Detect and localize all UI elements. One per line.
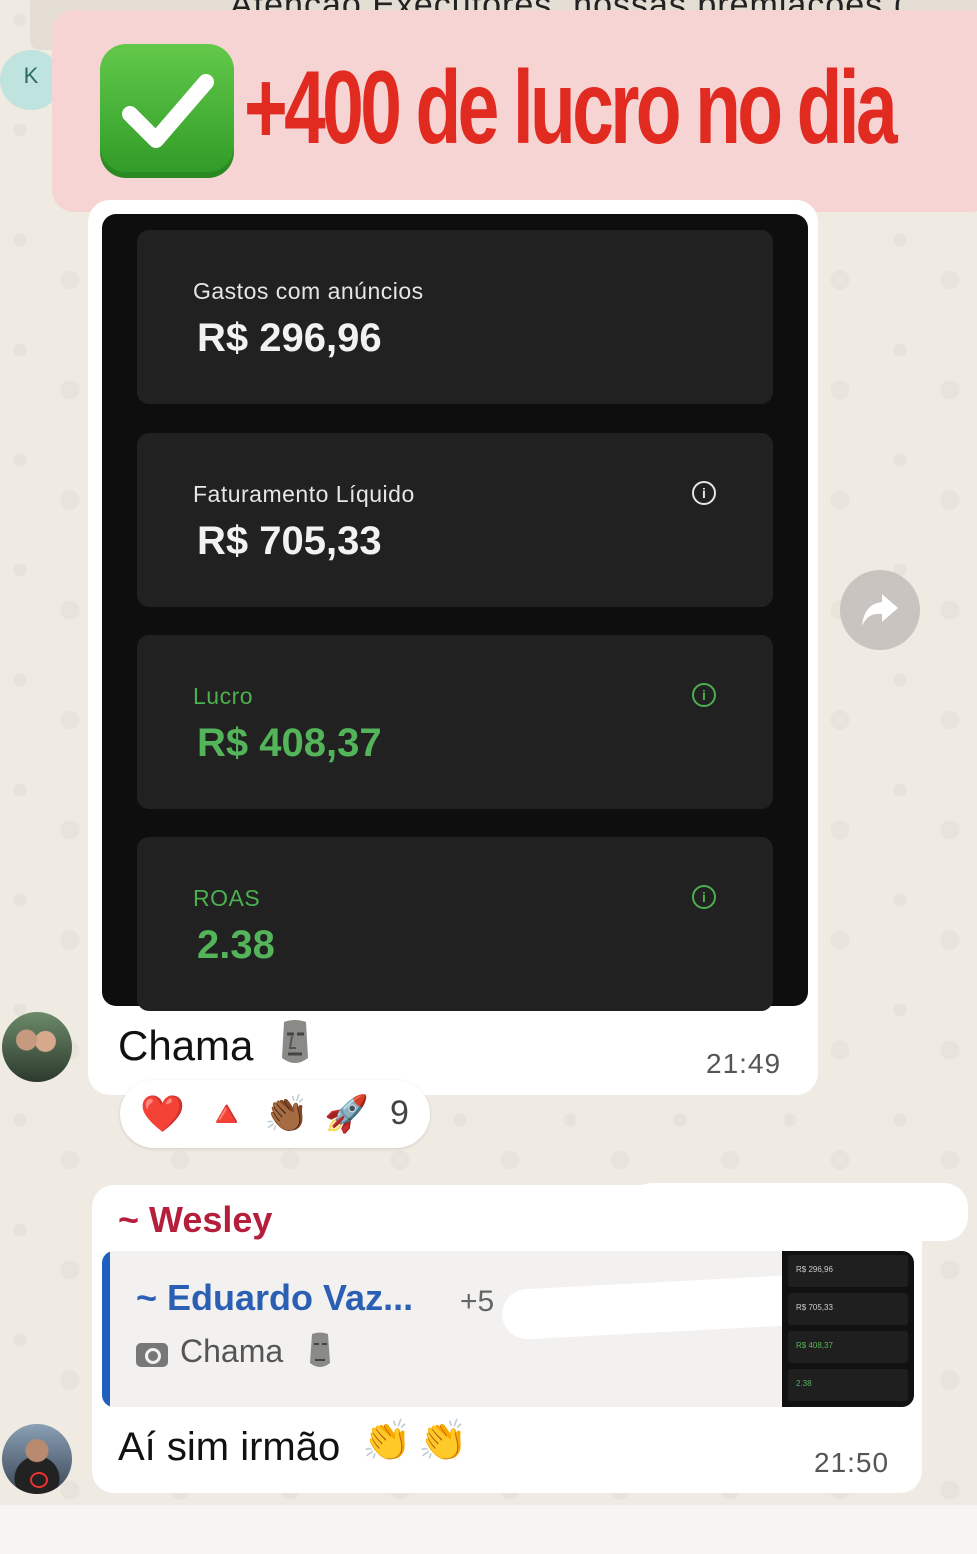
headline-text: +400 de lucro no dia	[244, 50, 898, 166]
thumb-row: R$ 408,37	[788, 1331, 908, 1363]
bottom-bar	[0, 1505, 977, 1554]
clap-reaction: 👏🏾	[264, 1093, 309, 1134]
quote-author: ~ Eduardo Vaz...	[136, 1277, 414, 1318]
quote-text: Chama	[180, 1333, 284, 1369]
message-text: Aí sim irmão	[118, 1425, 341, 1469]
redaction-mark	[628, 1183, 968, 1241]
clap-emoji: 👏	[418, 1419, 468, 1463]
info-icon: i	[692, 683, 716, 707]
info-icon: i	[692, 885, 716, 909]
forward-button[interactable]	[840, 570, 920, 650]
reactions-bar[interactable]: ❤️ 🔺 👏🏾 🚀 9	[120, 1080, 430, 1148]
info-icon: i	[692, 481, 716, 505]
card-roas: ROAS 2.38 i	[137, 837, 773, 1011]
card-value: R$ 705,33	[197, 519, 382, 563]
card-ad-spend: Gastos com anúncios R$ 296,96	[137, 230, 773, 404]
reactions-count: 9	[390, 1094, 409, 1132]
card-label: Lucro	[193, 683, 254, 709]
card-profit: Lucro R$ 408,37 i	[137, 635, 773, 809]
quote-bar	[102, 1251, 110, 1407]
card-value: R$ 296,96	[197, 316, 382, 360]
message-bubble-image[interactable]: Gastos com anúncios R$ 296,96 Faturament…	[88, 200, 818, 1095]
sender-name[interactable]: ~ Wesley	[118, 1199, 272, 1241]
thumb-row: R$ 296,96	[788, 1255, 908, 1287]
card-label: Gastos com anúncios	[193, 278, 424, 304]
clap-emoji: 👏	[362, 1419, 412, 1463]
moai-icon	[282, 1020, 308, 1063]
red-triangle-reaction: 🔺	[204, 1093, 249, 1134]
card-label: Faturamento Líquido	[193, 481, 415, 507]
message-time: 21:49	[706, 1048, 782, 1079]
card-net-revenue: Faturamento Líquido R$ 705,33 i	[137, 433, 773, 607]
quoted-message[interactable]: ~ Eduardo Vaz... +5 Chama R$ 296,96 R$ 7…	[102, 1251, 914, 1407]
quote-thumbnail: R$ 296,96 R$ 705,33 R$ 408,37 2.38	[782, 1251, 914, 1407]
dashboard-screenshot[interactable]: Gastos com anúncios R$ 296,96 Faturament…	[102, 214, 808, 1011]
rocket-reaction: 🚀	[324, 1093, 369, 1134]
card-value: 2.38	[197, 923, 275, 967]
heart-reaction: ❤️	[140, 1093, 185, 1134]
moai-icon	[310, 1332, 330, 1367]
message-caption: Chama	[118, 1022, 254, 1069]
thumb-row: R$ 705,33	[788, 1293, 908, 1325]
camera-icon	[136, 1343, 168, 1367]
card-value: R$ 408,37	[197, 721, 382, 765]
avatar-sender-1[interactable]	[2, 1012, 72, 1082]
card-label: ROAS	[193, 885, 261, 911]
quote-author-extra: +5	[460, 1285, 495, 1318]
thumb-row: 2.38	[788, 1369, 908, 1401]
check-mark-button-icon	[100, 44, 234, 178]
avatar-sender-2[interactable]	[2, 1424, 72, 1494]
message-time: 21:50	[814, 1447, 890, 1478]
headline-banner: +400 de lucro no dia	[52, 10, 977, 212]
